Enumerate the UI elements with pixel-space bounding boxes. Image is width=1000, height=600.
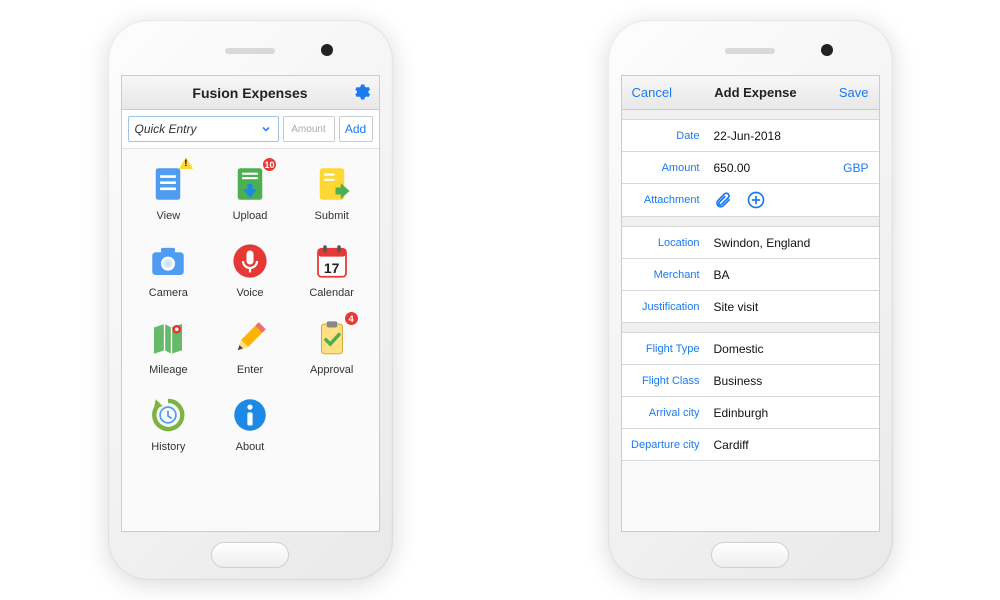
app-label: Submit (315, 210, 349, 222)
app-label: History (151, 441, 185, 453)
cancel-button[interactable]: Cancel (632, 85, 672, 100)
app-label: Camera (149, 287, 188, 299)
warning-badge (179, 157, 193, 169)
currency-button[interactable]: GBP (843, 161, 878, 175)
label-location: Location (622, 237, 708, 249)
microphone-icon (229, 240, 271, 282)
map-icon (147, 317, 189, 359)
app-view[interactable]: View (128, 163, 210, 222)
app-label: Enter (237, 364, 263, 376)
app-upload[interactable]: 10 Upload (209, 163, 291, 222)
app-submit[interactable]: Submit (291, 163, 373, 222)
row-departure[interactable]: Departure city Cardiff (622, 429, 879, 461)
app-mileage[interactable]: Mileage (128, 317, 210, 376)
label-flight-type: Flight Type (622, 343, 708, 355)
label-attachment: Attachment (622, 194, 708, 206)
count-badge: 4 (344, 311, 359, 326)
app-label: Voice (237, 287, 264, 299)
home-topbar: Fusion Expenses (122, 76, 379, 110)
paperclip-icon[interactable] (714, 190, 732, 210)
app-history[interactable]: History (128, 394, 210, 453)
phone-home: Fusion Expenses Quick Entry Amount Add (108, 20, 393, 580)
home-screen: Fusion Expenses Quick Entry Amount Add (121, 75, 380, 532)
calendar-day: 17 (311, 260, 353, 276)
save-button[interactable]: Save (839, 85, 869, 100)
section-gap (622, 323, 879, 333)
value-justification: Site visit (708, 294, 879, 320)
camera-icon (147, 240, 189, 282)
app-label: About (236, 441, 265, 453)
document-icon (147, 163, 189, 205)
value-flight-class: Business (708, 368, 879, 394)
submit-icon (311, 163, 353, 205)
phone-camera-dot (321, 44, 333, 56)
quick-entry-label: Quick Entry (135, 122, 197, 136)
settings-button[interactable] (351, 82, 371, 105)
label-flight-class: Flight Class (622, 375, 708, 387)
gear-icon (351, 82, 371, 102)
section-gap (622, 110, 879, 120)
row-justification[interactable]: Justification Site visit (622, 291, 879, 323)
value-departure: Cardiff (708, 432, 879, 458)
app-label: Upload (233, 210, 268, 222)
pencil-icon (229, 317, 271, 359)
app-camera[interactable]: Camera (128, 240, 210, 299)
app-title: Fusion Expenses (192, 85, 307, 101)
add-label: Add (345, 122, 366, 136)
quick-entry-row: Quick Entry Amount Add (122, 110, 379, 149)
value-arrival: Edinburgh (708, 400, 879, 426)
row-arrival[interactable]: Arrival city Edinburgh (622, 397, 879, 429)
info-icon (229, 394, 271, 436)
row-date[interactable]: Date 22-Jun-2018 (622, 120, 879, 152)
app-voice[interactable]: Voice (209, 240, 291, 299)
phone-home-button[interactable] (711, 542, 789, 568)
row-location[interactable]: Location Swindon, England (622, 227, 879, 259)
form-screen: Cancel Add Expense Save Date 22-Jun-2018… (621, 75, 880, 532)
row-amount[interactable]: Amount 650.00 GBP (622, 152, 879, 184)
row-merchant[interactable]: Merchant BA (622, 259, 879, 291)
app-approval[interactable]: 4 Approval (291, 317, 373, 376)
app-label: Calendar (309, 287, 354, 299)
label-date: Date (622, 130, 708, 142)
value-merchant: BA (708, 262, 879, 288)
value-location: Swindon, England (708, 230, 879, 256)
label-arrival: Arrival city (622, 407, 708, 419)
label-departure: Departure city (622, 439, 708, 451)
phone-camera-dot (821, 44, 833, 56)
phone-form: Cancel Add Expense Save Date 22-Jun-2018… (608, 20, 893, 580)
app-calendar[interactable]: 17 Calendar (291, 240, 373, 299)
label-merchant: Merchant (622, 269, 708, 281)
app-about[interactable]: About (209, 394, 291, 453)
app-label: View (157, 210, 181, 222)
value-amount: 650.00 (708, 155, 844, 181)
chevron-down-icon (260, 123, 272, 135)
section-gap (622, 217, 879, 227)
form-navbar: Cancel Add Expense Save (622, 76, 879, 110)
row-attachment[interactable]: Attachment (622, 184, 879, 217)
app-label: Approval (310, 364, 353, 376)
value-flight-type: Domestic (708, 336, 879, 362)
app-label: Mileage (149, 364, 188, 376)
form-title: Add Expense (714, 85, 796, 100)
phone-home-button[interactable] (211, 542, 289, 568)
app-enter[interactable]: Enter (209, 317, 291, 376)
label-amount: Amount (622, 162, 708, 174)
home-grid: View 10 Upload Submit Camera (122, 149, 379, 461)
count-badge: 10 (262, 157, 277, 172)
value-date: 22-Jun-2018 (708, 123, 879, 149)
amount-input[interactable]: Amount (283, 116, 335, 142)
label-justification: Justification (622, 301, 708, 313)
amount-placeholder: Amount (291, 124, 325, 135)
quick-entry-select[interactable]: Quick Entry (128, 116, 279, 142)
history-icon (147, 394, 189, 436)
plus-circle-icon[interactable] (746, 190, 766, 210)
row-flight-type[interactable]: Flight Type Domestic (622, 333, 879, 365)
row-flight-class[interactable]: Flight Class Business (622, 365, 879, 397)
add-button[interactable]: Add (339, 116, 373, 142)
